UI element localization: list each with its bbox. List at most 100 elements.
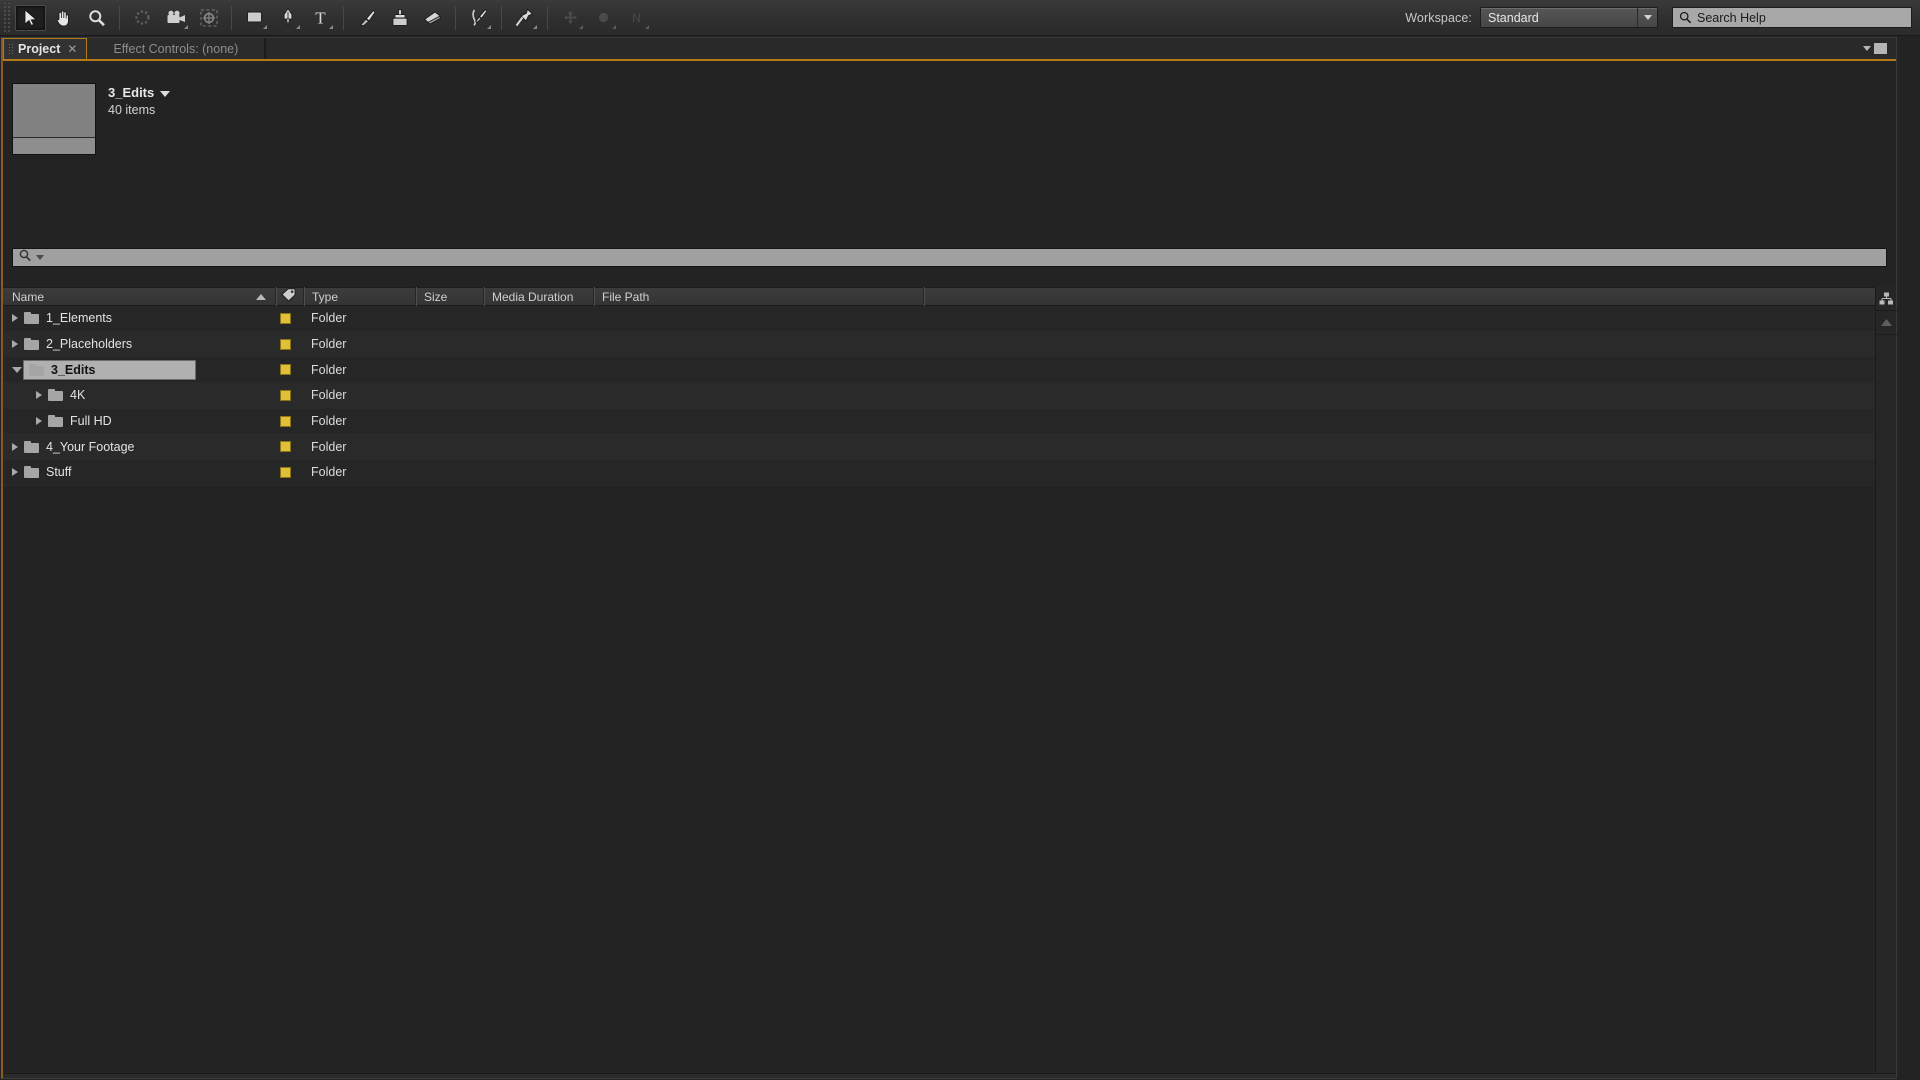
row-name-pill[interactable]: 4_Your Footage	[24, 438, 135, 456]
collapse-icon[interactable]	[1876, 311, 1897, 335]
row-name-pill[interactable]: 3_Edits	[23, 359, 197, 380]
puppet-pin-tool[interactable]	[509, 5, 540, 31]
column-header-type[interactable]: Type	[303, 287, 415, 306]
rotation-tool[interactable]	[127, 5, 158, 31]
row-name-cell: Stuff	[3, 463, 275, 481]
eraser-tool[interactable]	[417, 5, 448, 31]
folder-icon	[24, 466, 39, 479]
column-header-label: Name	[12, 289, 45, 304]
tab-effect-controls-label: Effect Controls: (none)	[113, 41, 239, 56]
row-name-pill[interactable]: Full HD	[48, 412, 112, 430]
row-name-cell: 4K	[3, 386, 275, 404]
shape-tool[interactable]	[239, 5, 270, 31]
roto-brush-tool[interactable]	[463, 5, 494, 31]
close-icon[interactable]: ✕	[67, 42, 77, 56]
flyout-corner-icon	[263, 24, 267, 29]
row-type-cell: Folder	[311, 439, 347, 454]
row-name-pill[interactable]: 1_Elements	[24, 309, 112, 327]
label-color-swatch[interactable]	[280, 312, 291, 324]
pen-tool[interactable]	[272, 5, 303, 31]
search-icon	[1679, 11, 1692, 24]
row-name-pill[interactable]: 2_Placeholders	[24, 335, 132, 353]
table-row[interactable]: 3_Edits Folder	[3, 357, 1881, 384]
row-name-pill[interactable]: 4K	[48, 386, 85, 404]
panel-menu-button[interactable]	[1857, 38, 1896, 59]
sort-ascending-icon[interactable]	[256, 293, 266, 300]
clone-stamp-tool[interactable]	[384, 5, 415, 31]
row-name-cell: 3_Edits	[3, 359, 275, 380]
flowchart-icon[interactable]	[1876, 287, 1897, 311]
row-label-cell[interactable]	[275, 338, 303, 350]
pan-behind-anchor-tool[interactable]	[193, 5, 224, 31]
flyout-corner-icon	[329, 24, 333, 29]
no-transform-icon[interactable]: N	[621, 5, 652, 31]
table-row[interactable]: Stuff Folder	[3, 460, 1881, 486]
column-header-path[interactable]: File Path	[593, 287, 923, 306]
flyout-corner-icon	[184, 24, 188, 29]
folder-icon	[48, 389, 63, 402]
disclosure-closed-icon[interactable]	[12, 468, 18, 477]
column-header-size[interactable]: Size	[415, 287, 483, 306]
preview-thumbnail	[12, 83, 96, 155]
row-label-cell[interactable]	[275, 364, 303, 376]
tab-project[interactable]: Project ✕	[3, 38, 88, 59]
label-color-swatch[interactable]	[280, 441, 291, 453]
chevron-down-icon	[1863, 46, 1871, 51]
table-row[interactable]: Full HD Folder	[3, 408, 1881, 435]
zoom-tool[interactable]	[81, 5, 112, 31]
row-name-cell: 4_Your Footage	[3, 438, 275, 456]
disclosure-closed-icon[interactable]	[12, 442, 18, 451]
move-anchor-icon[interactable]	[555, 5, 586, 31]
table-row[interactable]: 2_Placeholders Folder	[3, 331, 1881, 358]
tab-effect-controls[interactable]: Effect Controls: (none)	[87, 38, 266, 59]
row-label-cell[interactable]	[275, 415, 303, 427]
camera-orbit-tool[interactable]	[160, 5, 191, 31]
label-color-swatch[interactable]	[280, 364, 291, 376]
search-help-input[interactable]: Search Help	[1672, 7, 1912, 28]
label-color-swatch[interactable]	[280, 338, 291, 350]
column-header-label[interactable]	[275, 287, 303, 306]
row-type-cell: Folder	[311, 311, 347, 326]
disclosure-closed-icon[interactable]	[36, 417, 42, 426]
row-type-cell: Folder	[311, 337, 347, 352]
tab-project-label: Project	[18, 42, 61, 56]
table-row[interactable]: 4_Your Footage Folder	[3, 434, 1881, 461]
column-header-media[interactable]: Media Duration	[483, 287, 593, 306]
row-type-cell: Folder	[311, 388, 347, 403]
disclosure-open-icon[interactable]	[12, 366, 22, 373]
column-header-name[interactable]: Name	[3, 287, 275, 306]
row-type-cell: Folder	[311, 414, 347, 429]
workspace-dropdown-arrow[interactable]	[1637, 8, 1657, 27]
selection-tool[interactable]	[15, 4, 46, 31]
selected-item-title[interactable]: 3_Edits	[108, 85, 171, 100]
column-header-spacer	[923, 287, 1896, 306]
toolbar-grip[interactable]	[2, 2, 11, 33]
tab-grip[interactable]	[8, 42, 13, 56]
folder-icon	[24, 338, 39, 351]
disclosure-closed-icon[interactable]	[12, 314, 18, 323]
label-color-swatch[interactable]	[280, 389, 291, 401]
folder-icon	[24, 312, 39, 325]
brush-tool[interactable]	[351, 5, 382, 31]
workspace-select[interactable]: Standard	[1480, 7, 1658, 28]
label-color-swatch[interactable]	[280, 415, 291, 427]
hand-tool[interactable]	[48, 5, 79, 31]
table-row[interactable]: 4K Folder	[3, 383, 1881, 409]
project-search-row	[3, 248, 1896, 272]
project-header: 3_Edits 40 items	[3, 61, 1896, 209]
chevron-down-icon[interactable]	[36, 255, 44, 260]
row-label-cell[interactable]	[275, 389, 303, 401]
row-type-cell: Folder	[311, 465, 347, 480]
row-label-cell[interactable]	[275, 466, 303, 478]
type-tool[interactable]: T	[305, 5, 336, 31]
table-row[interactable]: 1_Elements Folder	[3, 306, 1881, 332]
disclosure-closed-icon[interactable]	[36, 391, 42, 400]
disclosure-closed-icon[interactable]	[12, 340, 18, 349]
row-label-cell[interactable]	[275, 312, 303, 324]
project-search-input[interactable]	[12, 248, 1887, 267]
folder-icon	[24, 440, 39, 453]
row-label-cell[interactable]	[275, 441, 303, 453]
label-color-swatch[interactable]	[280, 466, 291, 478]
mask-dot-icon[interactable]	[588, 5, 619, 31]
row-name-pill[interactable]: Stuff	[24, 463, 71, 481]
